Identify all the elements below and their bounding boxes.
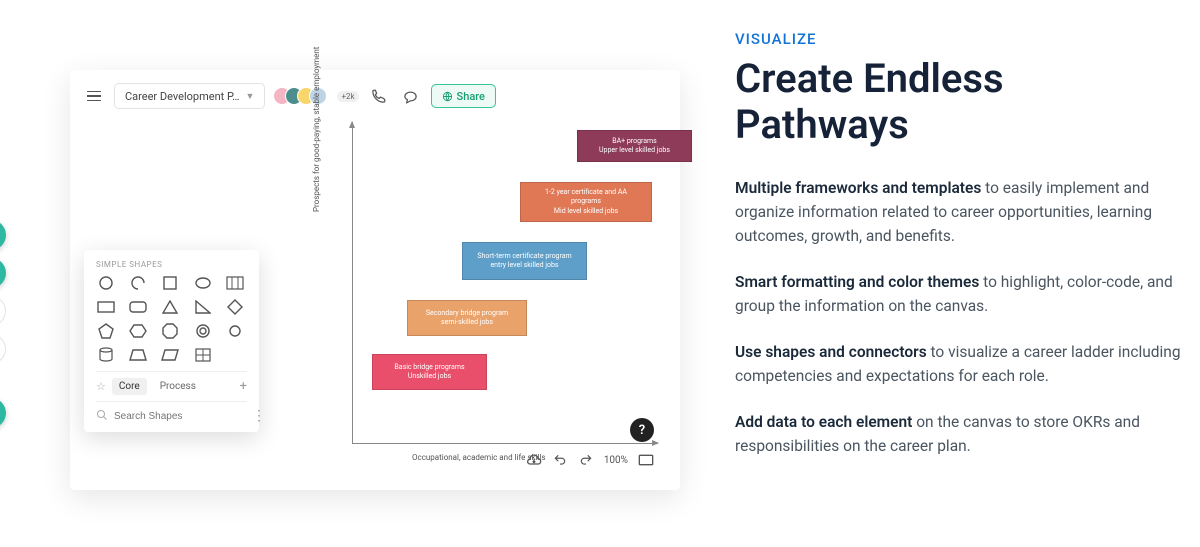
palette-title: SIMPLE SHAPES bbox=[96, 260, 247, 269]
frame-tool-outline-button[interactable] bbox=[0, 296, 6, 326]
shape-square-icon[interactable] bbox=[160, 275, 180, 291]
undo-icon[interactable] bbox=[552, 452, 568, 468]
y-axis-line bbox=[352, 122, 353, 444]
shape-right-triangle-icon[interactable] bbox=[193, 299, 213, 315]
close-rail-button[interactable]: ✕ bbox=[0, 398, 6, 428]
shape-circle-icon[interactable] bbox=[96, 275, 116, 291]
add-tab-button[interactable]: + bbox=[240, 379, 247, 394]
avatar-count-badge: +2k bbox=[337, 91, 358, 102]
shape-small-circle-icon[interactable] bbox=[225, 323, 245, 339]
palette-grid bbox=[96, 275, 247, 363]
step-text: semi-skilled jobs bbox=[441, 318, 493, 327]
step-text: Secondary bridge program bbox=[426, 309, 508, 318]
feature-bold: Use shapes and connectors bbox=[735, 343, 927, 361]
step-text: Short-term certificate program bbox=[477, 252, 571, 261]
chevron-down-icon: ▼ bbox=[246, 91, 255, 102]
feature-paragraph: Multiple frameworks and templates to eas… bbox=[735, 176, 1185, 248]
cloud-sync-icon[interactable] bbox=[526, 452, 542, 468]
ladder-step-3[interactable]: Short-term certificate program entry lev… bbox=[462, 242, 587, 280]
ladder-step-1[interactable]: Basic bridge programs Unskilled jobs bbox=[372, 354, 487, 390]
share-label: Share bbox=[457, 90, 485, 103]
people-tool-button[interactable] bbox=[0, 334, 6, 364]
shape-triangle-icon[interactable] bbox=[160, 299, 180, 315]
file-name-chip[interactable]: Career Development P… ▼ bbox=[114, 83, 265, 109]
app-window: Career Development P… ▼ +2k Share bbox=[70, 70, 680, 490]
step-text: Upper level skilled jobs bbox=[599, 146, 670, 155]
ladder-step-2[interactable]: Secondary bridge program semi-skilled jo… bbox=[407, 300, 527, 336]
shape-table-icon[interactable] bbox=[225, 275, 245, 291]
step-text: programs bbox=[571, 197, 601, 206]
shape-ellipse-icon[interactable] bbox=[193, 275, 213, 291]
feature-paragraph: Use shapes and connectors to visualize a… bbox=[735, 340, 1185, 388]
shape-cylinder-icon[interactable] bbox=[96, 347, 116, 363]
marketing-copy: VISUALIZE Create Endless Pathways Multip… bbox=[720, 0, 1200, 547]
shape-trapezoid-icon[interactable] bbox=[128, 347, 148, 363]
fit-screen-icon[interactable] bbox=[638, 452, 654, 468]
menu-icon[interactable] bbox=[82, 84, 106, 108]
shape-empty-slot bbox=[225, 347, 245, 363]
shapes-palette: SIMPLE SHAPES bbox=[84, 250, 259, 432]
y-axis-label: Prospects for good-paying, stable employ… bbox=[312, 47, 321, 212]
ladder-step-4[interactable]: 1-2 year certificate and AA programs Mid… bbox=[520, 182, 652, 222]
more-options-icon[interactable]: ⋮ bbox=[252, 408, 267, 424]
frame-tool-filled-button-2[interactable] bbox=[0, 258, 6, 288]
tab-core[interactable]: Core bbox=[112, 378, 147, 395]
feature-paragraph: Smart formatting and color themes to hig… bbox=[735, 270, 1185, 318]
shape-octagon-icon[interactable] bbox=[160, 323, 180, 339]
shape-arc-icon[interactable] bbox=[128, 275, 148, 291]
shape-rect-icon[interactable] bbox=[96, 299, 116, 315]
redo-icon[interactable] bbox=[578, 452, 594, 468]
ladder-step-5[interactable]: BA+ programs Upper level skilled jobs bbox=[577, 130, 692, 162]
feature-bold: Add data to each element bbox=[735, 413, 912, 431]
shape-grid-icon[interactable] bbox=[193, 347, 213, 363]
shape-diamond-icon[interactable] bbox=[225, 299, 245, 315]
eyebrow: VISUALIZE bbox=[735, 30, 1185, 48]
headline: Create Endless Pathways bbox=[735, 56, 1185, 148]
status-bar: 100% bbox=[526, 452, 654, 468]
help-button[interactable]: ? bbox=[630, 418, 654, 442]
feature-bold: Multiple frameworks and templates bbox=[735, 179, 981, 197]
tab-process[interactable]: Process bbox=[153, 378, 203, 395]
pin-icon[interactable]: ☆ bbox=[96, 380, 106, 393]
step-text: Unskilled jobs bbox=[408, 372, 451, 381]
palette-search-row: ⋮ bbox=[96, 408, 247, 424]
step-text: 1-2 year certificate and AA bbox=[545, 188, 627, 197]
shape-ring-icon[interactable] bbox=[193, 323, 213, 339]
feature-paragraph: Add data to each element on the canvas t… bbox=[735, 410, 1185, 458]
step-text: BA+ programs bbox=[612, 137, 657, 146]
zoom-level[interactable]: 100% bbox=[604, 455, 628, 466]
x-axis-line bbox=[352, 443, 658, 444]
step-text: Basic bridge programs bbox=[394, 363, 464, 372]
app-topbar: Career Development P… ▼ +2k Share bbox=[82, 82, 668, 110]
share-button[interactable]: Share bbox=[431, 84, 496, 108]
search-icon bbox=[96, 409, 108, 424]
step-text: Mid level skilled jobs bbox=[554, 207, 618, 216]
frame-tool-filled-button[interactable] bbox=[0, 220, 6, 250]
shape-parallelogram-icon[interactable] bbox=[160, 347, 180, 363]
search-shapes-input[interactable] bbox=[114, 411, 246, 422]
palette-tabs: ☆ Core Process + bbox=[96, 371, 247, 402]
file-name-text: Career Development P… bbox=[125, 90, 240, 103]
step-text: entry level skilled jobs bbox=[490, 261, 558, 270]
left-tool-rail bbox=[0, 220, 6, 364]
shape-pentagon-icon[interactable] bbox=[96, 323, 116, 339]
globe-icon bbox=[442, 91, 453, 102]
call-icon[interactable] bbox=[367, 84, 391, 108]
shape-round-rect-icon[interactable] bbox=[128, 299, 148, 315]
shape-hexagon-icon[interactable] bbox=[128, 323, 148, 339]
comment-icon[interactable] bbox=[399, 84, 423, 108]
feature-bold: Smart formatting and color themes bbox=[735, 273, 979, 291]
